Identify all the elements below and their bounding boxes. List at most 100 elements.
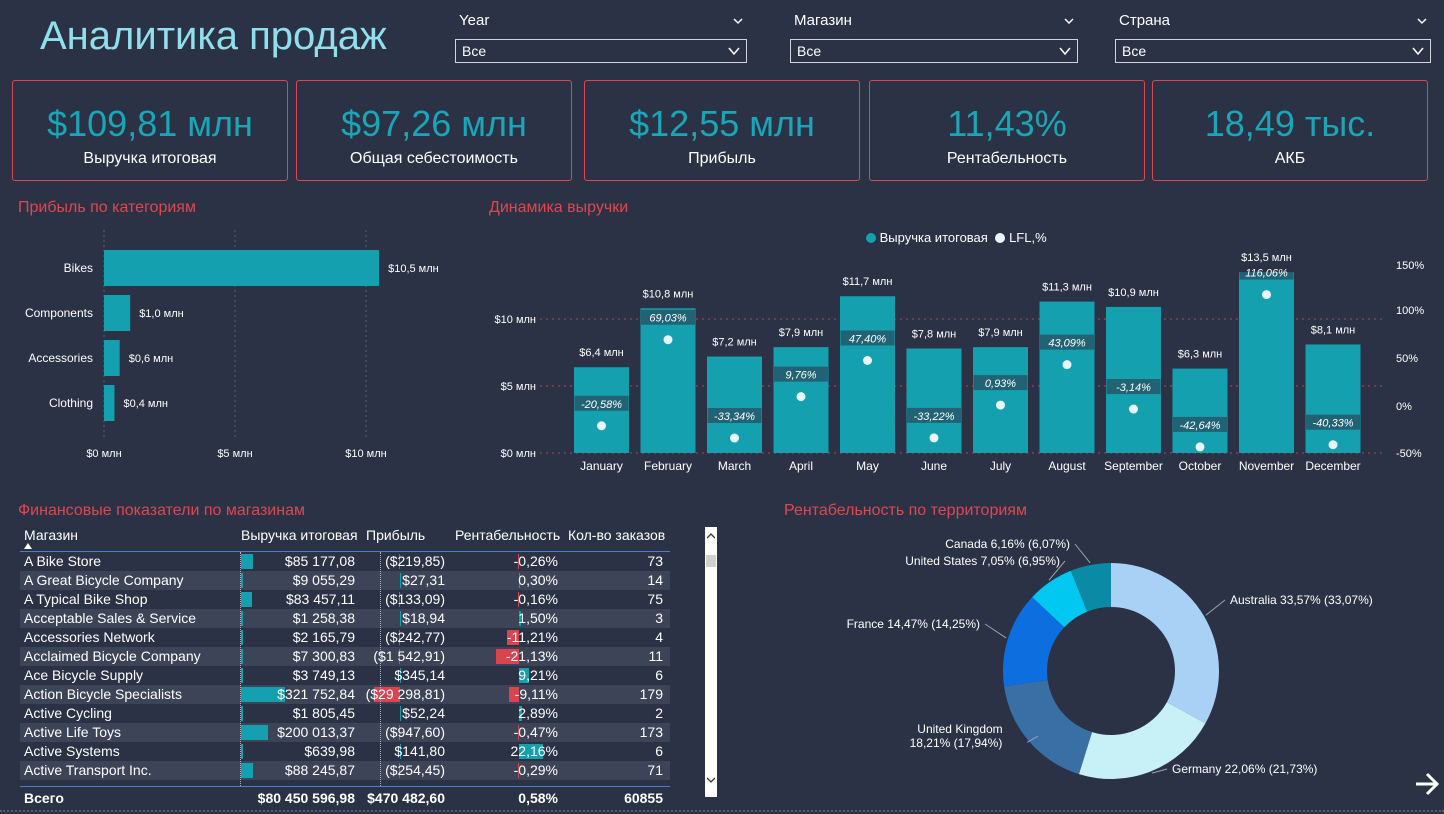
- column-header-store[interactable]: Магазин: [24, 527, 78, 543]
- sort-ascending-icon[interactable]: [24, 543, 32, 549]
- slice-label: Australia 33,57% (33,07%): [1230, 593, 1373, 607]
- store-name: Ace Bicycle Supply: [24, 667, 144, 683]
- column-header-profit[interactable]: Прибыль: [366, 527, 425, 543]
- lfl-data-label: -20,58%: [581, 399, 622, 411]
- table-row[interactable]: A Great Bicycle Company $9 055,29 $27,31 0,…: [20, 571, 670, 590]
- column-header-margin[interactable]: Рентабельность: [455, 527, 560, 543]
- slice-label: 18,21% (17,94%): [910, 736, 1003, 750]
- category-bar: [104, 295, 131, 331]
- chevron-down-icon[interactable]: [707, 777, 715, 783]
- table-row[interactable]: Acceptable Sales & Service $1 258,38 $18,9…: [20, 609, 670, 628]
- lfl-point: [730, 433, 739, 443]
- revenue-bar: [840, 296, 895, 453]
- bar-data-label: $0,6 млн: [129, 353, 174, 365]
- y2-tick-label: 150%: [1396, 260, 1424, 272]
- chevron-down-icon[interactable]: [1417, 16, 1427, 26]
- table-row[interactable]: Action Bicycle Specialists $321 752,84 ($2…: [20, 685, 670, 704]
- slicer-year-dropdown[interactable]: Все: [455, 39, 747, 63]
- totals-margin: 0,58%: [518, 790, 558, 806]
- territory-margin-title: Рентабельность по территориям: [784, 502, 1027, 519]
- slicer-country-dropdown[interactable]: Все: [1115, 39, 1431, 63]
- bar-data-label: $10,5 млн: [388, 263, 439, 275]
- bar-data-label: $10,8 млн: [643, 288, 694, 300]
- revenue-axis-line: [240, 552, 241, 786]
- table-row[interactable]: Ace Bicycle Supply $3 749,13 $345,14 9,21% 6: [20, 666, 670, 685]
- store-name: A Great Bicycle Company: [24, 572, 184, 588]
- revenue-bar: [640, 308, 696, 453]
- leader-line: [1074, 543, 1091, 564]
- profit-cell: $52,24: [402, 705, 445, 721]
- y-tick-label: $10 млн: [495, 314, 536, 326]
- chevron-down-icon[interactable]: [733, 16, 743, 26]
- table-row[interactable]: Acclaimed Bicycle Company $7 300,83 ($1 54…: [20, 647, 670, 666]
- table-row[interactable]: Active Transport Inc. $88 245,87 ($254,45)…: [20, 761, 670, 780]
- margin-cell: 1,50%: [518, 610, 558, 626]
- table-row[interactable]: Active Cycling $1 805,45 $52,24 2,89% 2: [20, 704, 670, 723]
- chevron-down-icon: [1059, 47, 1071, 56]
- bar-data-label: $11,7 млн: [843, 276, 893, 288]
- profit-cell: ($1 542,91): [373, 648, 445, 664]
- orders-cell: 75: [647, 591, 663, 607]
- x-tick-label: May: [856, 459, 879, 473]
- slice-label: Germany 22,06% (21,73%): [1172, 762, 1317, 776]
- kpi-label: Рентабельность: [946, 150, 1068, 167]
- table-row[interactable]: Active Life Toys $200 013,37 ($947,60) -0,4…: [20, 723, 670, 742]
- chevron-down-icon: [1412, 47, 1424, 56]
- lfl-point: [1195, 442, 1205, 452]
- table-row[interactable]: Active Systems $639,98 $141,80 22,16% 6: [20, 742, 670, 761]
- lfl-point: [1262, 290, 1271, 300]
- bar-data-label: $10,9 млн: [1108, 287, 1159, 299]
- bar-data-label: $8,1 млн: [1311, 324, 1356, 336]
- lfl-data-label: -3,14%: [1116, 382, 1151, 394]
- y2-tick-label: -50%: [1396, 448, 1422, 460]
- revenue-cell: $85 177,08: [284, 553, 355, 569]
- legend-marker-lfl: [995, 233, 1006, 243]
- slicer-store-dropdown[interactable]: Все: [790, 39, 1078, 63]
- table-row[interactable]: A Typical Bike Shop $83 457,11 ($133,09) -0…: [20, 590, 670, 609]
- table-row[interactable]: A Bike Store $85 177,08 ($219,85) -0,26% 73: [20, 552, 670, 571]
- profit-axis-line: [380, 552, 381, 786]
- table-totals-row: Всего $80 450 596,98 $470 482,60 0,58% 6…: [20, 786, 670, 809]
- bar-data-label: $13,5 млн: [1241, 252, 1292, 264]
- profit-cell: ($29 298,81): [365, 686, 445, 702]
- scrollbar-thumb[interactable]: [706, 555, 716, 567]
- table-scrollbar[interactable]: [705, 527, 717, 797]
- slicer-country-label: Страна: [1119, 12, 1171, 29]
- slice-label: United Kingdom: [917, 722, 1002, 736]
- bar-data-label: $0,4 млн: [123, 398, 168, 410]
- store-name: Acclaimed Bicycle Company: [24, 648, 201, 664]
- x-tick-label: July: [990, 459, 1011, 473]
- lfl-data-label: 69,03%: [649, 313, 687, 325]
- bar-data-label: $6,4 млн: [579, 347, 624, 359]
- revenue-cell: $200 013,37: [277, 724, 355, 740]
- margin-cell: 2,89%: [518, 705, 558, 721]
- slicer-year-label: Year: [459, 12, 490, 29]
- table-body: A Bike Store $85 177,08 ($219,85) -0,26% 73 A…: [20, 552, 670, 786]
- donut-slice: [1004, 680, 1093, 775]
- lfl-data-label: 0,93%: [985, 378, 1016, 390]
- y-tick-label: $0 млн: [501, 448, 536, 460]
- chevron-up-icon[interactable]: [707, 533, 715, 539]
- revenue-cell: $83 457,11: [285, 591, 355, 607]
- category-label: Components: [25, 306, 93, 320]
- revenue-cell: $321 752,84: [277, 686, 355, 702]
- kpi-label: Общая себестоимость: [350, 150, 518, 167]
- lfl-point: [1129, 404, 1138, 414]
- arrow-right-icon[interactable]: [1414, 771, 1440, 797]
- lfl-point: [1328, 440, 1338, 450]
- chevron-down-icon: [728, 47, 740, 56]
- orders-cell: 173: [639, 724, 663, 740]
- revenue-bar: [1172, 368, 1228, 453]
- chevron-down-icon[interactable]: [1064, 16, 1074, 26]
- legend-label-revenue: Выручка итоговая: [879, 230, 988, 245]
- lfl-point: [597, 421, 606, 431]
- legend-label-lfl: LFL,%: [1009, 230, 1047, 245]
- table-row[interactable]: Accessories Network $2 165,79 ($242,77) -11…: [20, 628, 670, 647]
- column-header-revenue[interactable]: Выручка итоговая: [241, 527, 358, 543]
- profit-by-category-title: Прибыль по категориям: [18, 199, 196, 216]
- store-name: Active Systems: [24, 743, 120, 759]
- profit-cell: ($254,45): [385, 762, 445, 778]
- column-header-orders[interactable]: Кол-во заказов: [568, 527, 665, 543]
- y-tick-label: $5 млн: [501, 381, 536, 393]
- totals-revenue: $80 450 596,98: [257, 790, 355, 806]
